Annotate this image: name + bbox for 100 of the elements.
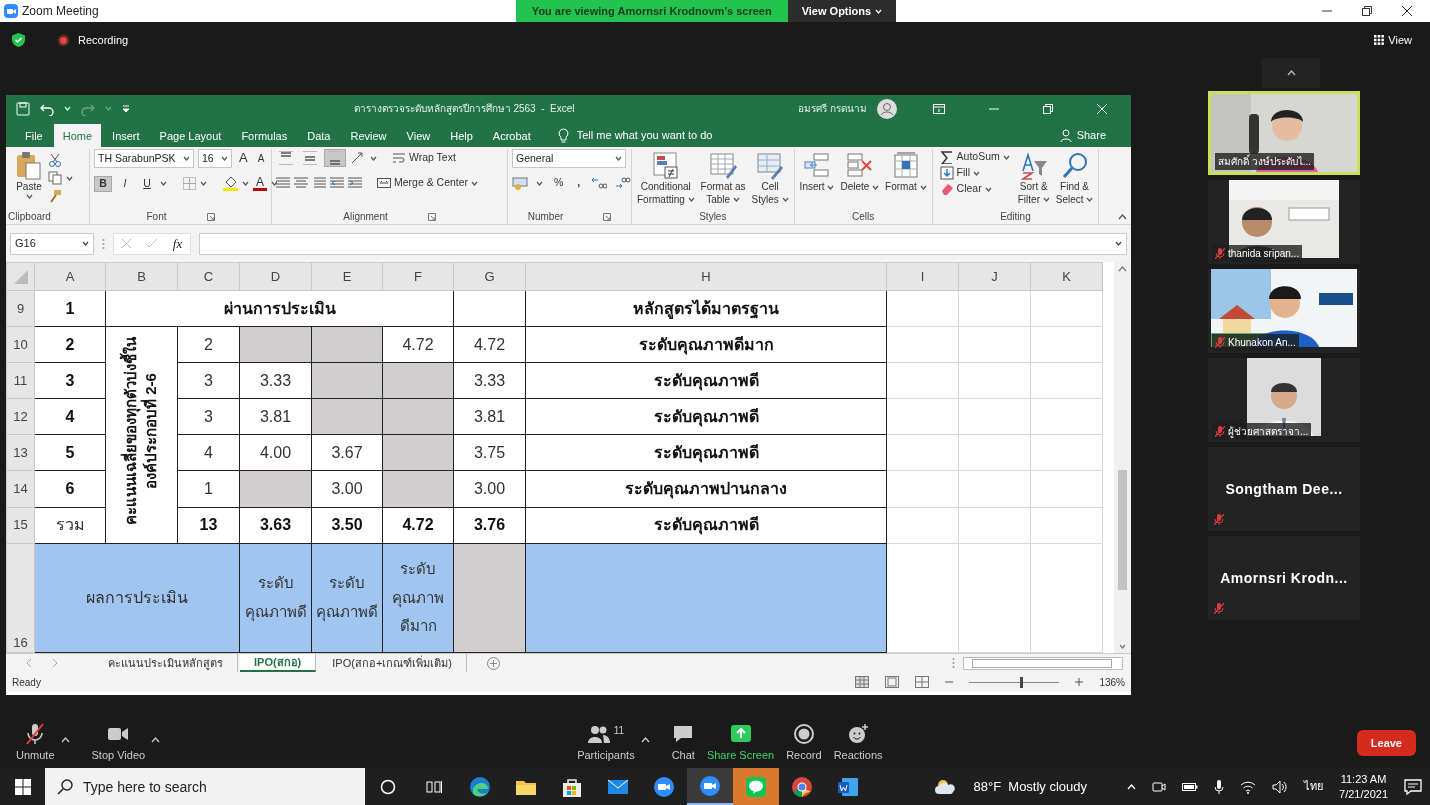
ribbon-button[interactable]: Cell Styles [750,149,790,208]
wifi-icon[interactable] [1240,779,1257,794]
formula-field[interactable] [199,232,1127,255]
meet-now-icon[interactable] [1152,779,1167,794]
caret-icon[interactable] [536,180,543,186]
dialog-launcher-icon[interactable] [206,212,215,221]
caret-icon[interactable] [1118,214,1127,220]
ribbon-button[interactable]: AutoSum [936,149,1013,165]
column-header[interactable]: I [886,262,959,291]
caret-icon[interactable] [972,170,980,176]
ribbon-button[interactable]: Sort & Filter [1016,149,1051,208]
page-layout-view-icon[interactable] [885,676,900,688]
format-toggle-button[interactable]: I [116,177,134,191]
zoom-level[interactable]: 136% [1099,674,1125,690]
toolbar-button[interactable]: Chat [665,722,701,764]
merge-center-button[interactable]: Merge & Center [374,175,482,191]
video-tile[interactable]: สมศักดิ์ วงษ์ประดับไ... [1208,91,1360,175]
shrink-font-button[interactable]: A [254,152,268,165]
video-tile[interactable]: ผู้ช่วยศาสตราจา... [1208,358,1360,442]
caret-icon[interactable] [1086,197,1094,203]
toolbar-button[interactable]: Unmute [10,722,61,764]
battery-icon[interactable] [1182,781,1199,792]
row-header[interactable]: 9 [6,290,35,327]
caret-icon[interactable] [200,181,207,187]
share-button[interactable]: Share [1050,124,1115,147]
tell-me-field[interactable]: Tell me what you want to do [576,127,713,144]
font-color-button[interactable]: A [253,176,267,192]
page-break-view-icon[interactable] [915,676,930,688]
column-header[interactable]: C [177,262,240,291]
format-painter-icon[interactable] [48,189,62,203]
font-size-field[interactable]: 16 [198,149,232,168]
windows-start-icon[interactable] [14,778,31,795]
caret-icon[interactable] [615,156,622,161]
comma-button[interactable]: , [574,176,584,190]
zoom-in-icon[interactable] [1075,678,1084,686]
column-header[interactable]: B [105,262,178,291]
vertical-scrollbar[interactable] [1114,262,1131,653]
row-header[interactable]: 10 [6,326,35,363]
caret-icon[interactable] [872,184,880,190]
row-header[interactable]: 15 [6,507,35,544]
insert-function-button[interactable]: fx [172,233,183,254]
avatar-icon[interactable] [877,98,897,119]
ribbon-tab[interactable]: Data [298,124,340,147]
cloud-icon[interactable] [935,778,958,795]
video-tile[interactable]: Songtham Dee... [1208,447,1360,531]
ribbon-tab[interactable]: Page Layout [150,124,231,147]
ribbon-button[interactable]: Clear [936,181,1013,197]
decrease-decimal-icon[interactable] [615,176,632,190]
lightbulb-icon[interactable] [557,128,569,143]
ribbon-button[interactable]: Conditional Formatting [636,149,696,208]
ribbon-tab[interactable]: View [397,124,440,147]
toolbar-button[interactable]: 11 Participants [571,722,641,764]
cortana-icon[interactable] [380,778,396,795]
column-header[interactable]: E [311,262,383,291]
orientation-icon[interactable] [350,151,366,165]
toolbar-button[interactable]: Share Screen [700,722,781,764]
caret-icon[interactable] [781,197,789,203]
slider-thumb[interactable] [1019,676,1023,688]
dialog-launcher-icon[interactable] [603,212,612,221]
ribbon-tab[interactable]: File [16,124,52,147]
copy-icon[interactable] [48,171,62,185]
row-header[interactable]: 14 [6,470,35,508]
caret-icon[interactable] [1002,154,1010,160]
clock[interactable]: 11:23 AM 7/21/2021 [1339,772,1388,801]
caret-icon[interactable] [984,186,992,192]
view-button[interactable]: View [1368,30,1418,50]
column-header[interactable]: K [1030,262,1103,291]
vertical-align-button[interactable] [324,149,346,167]
add-sheet-icon[interactable] [487,656,500,670]
paste-button[interactable]: Paste [14,149,44,201]
ribbon-button[interactable]: Insert [798,149,836,196]
ribbon-tab[interactable]: Review [341,124,396,147]
ribbon-tab[interactable]: Help [441,124,482,147]
wrap-text-button[interactable]: Wrap Text [389,150,459,166]
caret-icon[interactable] [471,180,479,186]
caret-icon[interactable] [1042,197,1050,203]
toolbar-button[interactable]: Record [780,722,828,764]
column-header[interactable]: D [239,262,312,291]
decrease-indent-icon[interactable] [330,176,344,190]
name-box[interactable]: G16 [10,232,94,255]
ribbon-tab[interactable]: Insert [103,124,149,147]
column-header[interactable]: J [958,262,1031,291]
vertical-align-button[interactable] [300,150,320,166]
increase-indent-icon[interactable] [348,176,362,190]
caret-icon[interactable] [732,197,740,203]
video-tile[interactable]: Amornsri Krodn... [1208,536,1360,620]
scrollbar-thumb[interactable] [1118,470,1127,590]
customize-icon[interactable] [122,104,130,113]
caret-icon[interactable] [66,175,73,181]
dialog-launcher-icon[interactable] [427,212,436,221]
fill-color-icon[interactable] [223,176,238,192]
microphone-icon[interactable] [1214,779,1225,794]
caret-icon[interactable] [82,241,89,246]
grow-font-button[interactable]: A [236,150,251,167]
caret-icon[interactable] [221,156,228,161]
notification-icon[interactable] [1404,778,1422,795]
weather-text[interactable]: 88°F Mostly cloudy [973,776,1088,797]
caret-icon[interactable] [160,181,167,187]
restore-icon[interactable] [1043,103,1053,114]
view-options-button[interactable]: View Options [787,0,897,22]
